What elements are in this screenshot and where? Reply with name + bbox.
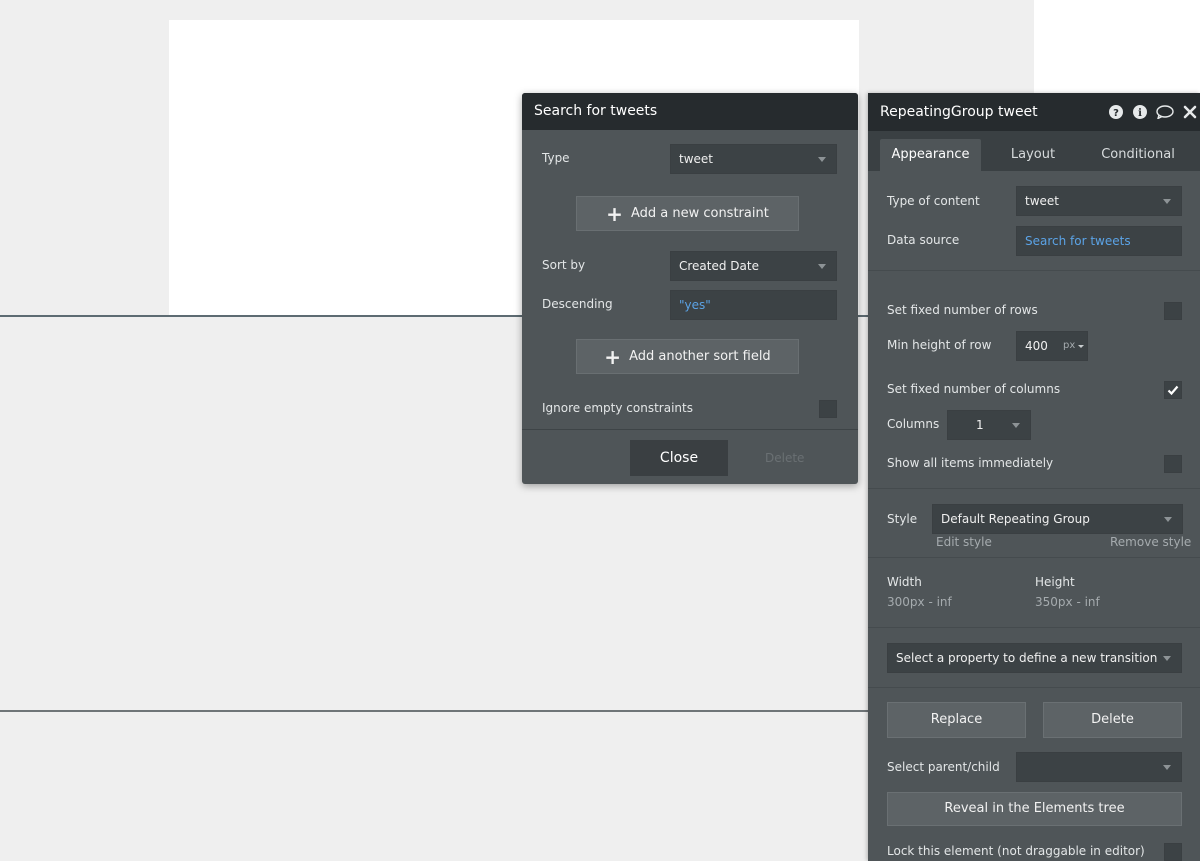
type-of-content-label: Type of content: [887, 194, 980, 208]
height-label: Height: [1035, 575, 1075, 589]
section-divider: [868, 270, 1200, 271]
fixed-rows-label: Set fixed number of rows: [887, 303, 1038, 317]
edit-style-link[interactable]: Edit style: [936, 535, 992, 549]
section-divider: [868, 557, 1200, 558]
add-constraint-button[interactable]: + Add a new constraint: [576, 196, 799, 231]
type-of-content-value: tweet: [1025, 194, 1059, 208]
show-all-checkbox[interactable]: [1164, 455, 1182, 473]
close-button[interactable]: Close: [630, 440, 728, 476]
replace-button[interactable]: Replace: [887, 702, 1026, 738]
property-tabs: Appearance Layout Conditional: [868, 131, 1200, 171]
lock-element-checkbox[interactable]: [1164, 843, 1182, 861]
tab-appearance[interactable]: Appearance: [880, 139, 981, 171]
chevron-down-icon: [1163, 656, 1171, 661]
fixed-columns-checkbox[interactable]: [1164, 381, 1182, 399]
descending-value: "yes": [679, 298, 711, 312]
property-editor-title: RepeatingGroup tweet: [880, 104, 1038, 120]
page-bottom-line: [0, 710, 868, 712]
info-icon[interactable]: i: [1133, 105, 1147, 119]
chevron-down-icon: [1164, 517, 1172, 522]
chevron-down-icon: [1163, 199, 1171, 204]
height-value: 350px - inf: [1035, 595, 1100, 609]
descending-field[interactable]: "yes": [670, 290, 837, 320]
min-height-value: 400: [1025, 339, 1048, 353]
popup-footer: Close Delete: [522, 429, 858, 484]
delete-button: Delete: [765, 451, 805, 465]
chevron-down-icon: [818, 264, 826, 269]
min-height-unit[interactable]: px: [1063, 332, 1075, 360]
style-value: Default Repeating Group: [941, 512, 1090, 526]
plus-icon: +: [604, 344, 622, 369]
section-divider: [868, 687, 1200, 688]
unit-caret-icon: [1078, 345, 1084, 348]
chevron-down-icon: [1012, 423, 1020, 428]
svg-text:?: ?: [1113, 108, 1119, 119]
fixed-columns-label: Set fixed number of columns: [887, 382, 1061, 396]
sort-by-dropdown[interactable]: Created Date: [670, 251, 837, 281]
comment-icon[interactable]: [1156, 105, 1174, 119]
checkmark-icon: [1167, 385, 1179, 396]
ignore-empty-label: Ignore empty constraints: [542, 401, 693, 415]
ignore-empty-checkbox[interactable]: [819, 400, 837, 418]
parent-child-dropdown[interactable]: [1016, 752, 1182, 782]
svg-text:i: i: [1138, 108, 1142, 119]
descending-label: Descending: [542, 297, 613, 311]
lock-element-label: Lock this element (not draggable in edit…: [887, 844, 1145, 858]
close-icon[interactable]: [1183, 105, 1197, 119]
property-editor: RepeatingGroup tweet ? i Appearance Layo…: [868, 93, 1200, 861]
property-editor-header: RepeatingGroup tweet ? i: [868, 93, 1200, 131]
fixed-rows-checkbox[interactable]: [1164, 302, 1182, 320]
min-height-label: Min height of row: [887, 338, 992, 352]
section-divider: [868, 627, 1200, 628]
type-dropdown[interactable]: tweet: [670, 144, 837, 174]
reveal-in-tree-button[interactable]: Reveal in the Elements tree: [887, 792, 1182, 826]
type-label: Type: [542, 151, 570, 165]
width-label: Width: [887, 575, 922, 589]
style-label: Style: [887, 512, 918, 526]
transition-dropdown[interactable]: Select a property to define a new transi…: [887, 643, 1182, 673]
data-source-value: Search for tweets: [1025, 234, 1131, 248]
min-height-field[interactable]: 400 px: [1016, 331, 1088, 361]
section-divider: [868, 488, 1200, 489]
type-dropdown-value: tweet: [679, 152, 713, 166]
type-of-content-dropdown[interactable]: tweet: [1016, 186, 1182, 216]
transition-placeholder: Select a property to define a new transi…: [896, 651, 1158, 665]
help-icon[interactable]: ?: [1109, 105, 1123, 119]
chevron-down-icon: [1163, 765, 1171, 770]
parent-child-label: Select parent/child: [887, 760, 1000, 774]
add-constraint-label: Add a new constraint: [630, 206, 769, 221]
columns-value: 1: [976, 418, 984, 432]
plus-icon: +: [606, 201, 623, 226]
sort-by-value: Created Date: [679, 259, 759, 273]
chevron-down-icon: [818, 157, 826, 162]
tab-conditional[interactable]: Conditional: [1088, 139, 1188, 171]
style-dropdown[interactable]: Default Repeating Group: [932, 504, 1183, 534]
columns-dropdown[interactable]: 1: [947, 410, 1031, 440]
add-sort-field-label: Add another sort field: [629, 349, 771, 364]
data-source-label: Data source: [887, 233, 960, 247]
show-all-label: Show all items immediately: [887, 456, 1054, 470]
search-popup: Search for tweets Type tweet + Add a new …: [522, 93, 858, 484]
sort-by-label: Sort by: [542, 258, 586, 272]
columns-label: Columns: [887, 417, 940, 431]
popup-title: Search for tweets: [522, 93, 858, 130]
add-sort-field-button[interactable]: + Add another sort field: [576, 339, 799, 374]
tab-layout[interactable]: Layout: [988, 139, 1078, 171]
width-value: 300px - inf: [887, 595, 952, 609]
delete-button[interactable]: Delete: [1043, 702, 1182, 738]
remove-style-link[interactable]: Remove style: [1110, 535, 1191, 549]
data-source-field[interactable]: Search for tweets: [1016, 226, 1182, 256]
